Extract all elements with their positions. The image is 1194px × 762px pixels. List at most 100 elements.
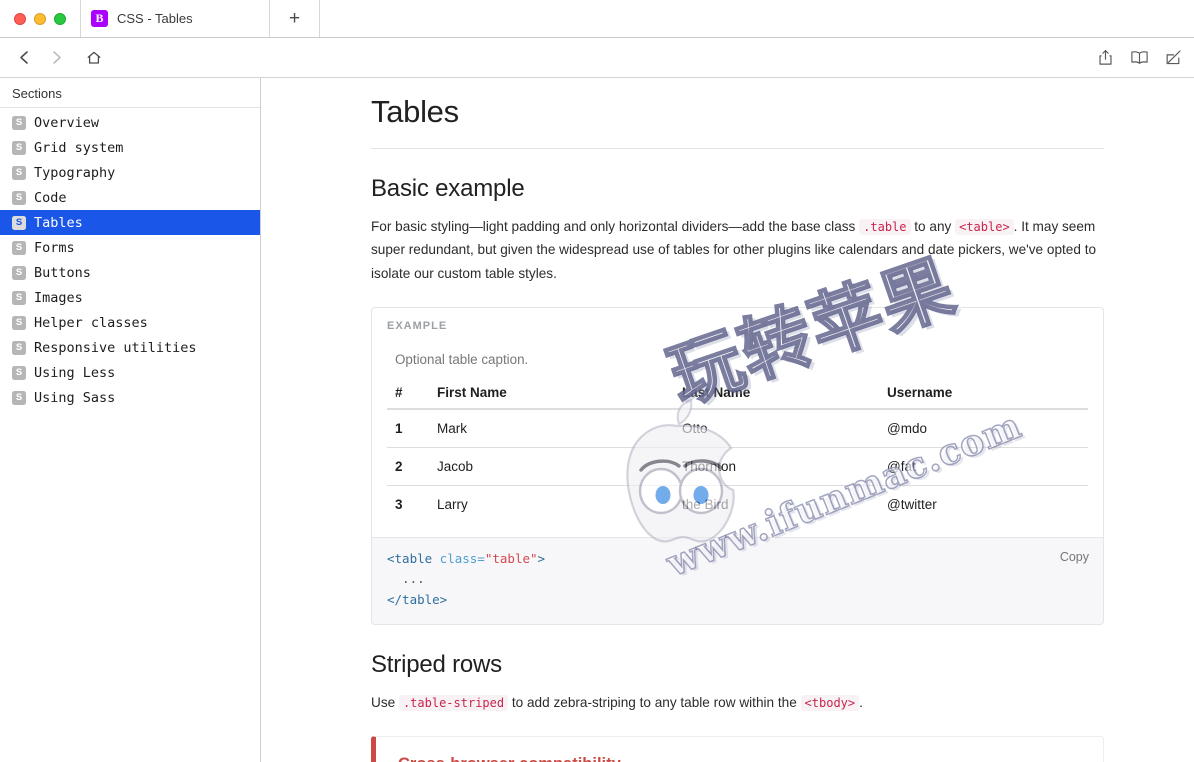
table-cell: 3 (387, 485, 429, 524)
inline-code-tbody: <tbody> (800, 694, 860, 711)
code-token-attr: class= (432, 551, 485, 567)
browser-toolbar: B → Guides Search ⌘L (0, 38, 1194, 106)
table-cell: @fat (879, 447, 1088, 486)
toolbar-right-actions (1097, 38, 1182, 77)
content-inner: Tables Basic example For basic styling—l… (261, 78, 1194, 762)
para-text-1: Use (371, 694, 399, 710)
section-heading-striped-rows: Striped rows (371, 650, 502, 678)
table-row: 2 Jacob Thornton @fat (387, 447, 1088, 486)
browser-tab[interactable]: B CSS - Tables (80, 0, 270, 37)
copy-code-button[interactable]: Copy (1060, 547, 1089, 567)
para-text-3: . (859, 694, 863, 710)
zoom-window-button[interactable] (54, 12, 66, 25)
code-line: ... (387, 571, 425, 587)
sidebar-item-label: Using Less (34, 364, 116, 381)
forward-button[interactable] (42, 44, 70, 72)
table-cell: Mark (429, 408, 674, 448)
section-icon: S (12, 165, 26, 180)
table-caption: Optional table caption. (395, 352, 529, 368)
sidebar-item-label: Grid system (34, 139, 124, 156)
table-cell: 2 (387, 447, 429, 486)
sidebar-item-forms[interactable]: S Forms (0, 235, 260, 260)
sidebar-item-buttons[interactable]: S Buttons (0, 260, 260, 285)
chevron-left-icon (19, 51, 28, 64)
demo-table-body: 1 Mark Otto @mdo 2 Jacob Thornton @fat 3… (387, 408, 1088, 524)
tab-title: CSS - Tables (117, 11, 193, 26)
table-cell: 1 (387, 408, 429, 448)
close-window-button[interactable] (14, 12, 26, 25)
sidebar-item-helper-classes[interactable]: S Helper classes (0, 310, 260, 335)
chevron-right-icon (52, 51, 61, 64)
tab-favicon-icon: B (91, 10, 108, 27)
sidebar-item-grid-system[interactable]: S Grid system (0, 135, 260, 160)
sidebar-item-code[interactable]: S Code (0, 185, 260, 210)
window-body: Sections S Overview S Grid system S Typo… (0, 78, 1194, 762)
inline-code-table-tag: <table> (955, 219, 1014, 235)
callout-cross-browser: Cross-browser compatibility Striped tabl… (371, 736, 1104, 762)
section-icon: S (12, 215, 26, 230)
browser-window: B CSS - Tables + Sections S Overview S G… (0, 0, 1194, 762)
sidebar-item-label: Typography (34, 164, 116, 181)
minimize-window-button[interactable] (34, 12, 46, 25)
code-block: Copy <table class="table"> ... </table> (371, 538, 1104, 625)
table-cell: Thornton (674, 447, 879, 486)
code-token-tag: <table (387, 551, 433, 567)
sidebar-list: S Overview S Grid system S Typography S … (0, 108, 260, 410)
striped-rows-paragraph: Use .table-striped to add zebra-striping… (371, 691, 1104, 714)
table-header-row: # First Name Last Name Username (387, 377, 1088, 411)
para-text-2: to add zebra-striping to any table row w… (508, 694, 801, 710)
sidebar-item-label: Helper classes (34, 314, 148, 331)
navigation-buttons (0, 44, 108, 72)
sidebar-item-overview[interactable]: S Overview (0, 110, 260, 135)
compose-icon (1166, 50, 1181, 65)
table-cell: @twitter (879, 485, 1088, 524)
sidebar-item-using-less[interactable]: S Using Less (0, 360, 260, 385)
sidebar-item-label: Forms (34, 239, 75, 256)
table-row: 1 Mark Otto @mdo (387, 408, 1088, 448)
library-button[interactable] (1130, 49, 1149, 66)
back-button[interactable] (10, 44, 38, 72)
page-title: Tables (371, 94, 1104, 149)
sidebar-item-tables[interactable]: S Tables (0, 210, 260, 235)
table-cell: @mdo (879, 408, 1088, 448)
section-icon: S (12, 115, 26, 130)
demo-table: # First Name Last Name Username 1 Mark O… (387, 377, 1088, 524)
sidebar-item-using-sass[interactable]: S Using Sass (0, 385, 260, 410)
inline-code-table-class: .table (859, 219, 911, 235)
sidebar-item-label: Buttons (34, 264, 91, 281)
sidebar-item-typography[interactable]: S Typography (0, 160, 260, 185)
home-button[interactable] (80, 44, 108, 72)
share-button[interactable] (1097, 49, 1114, 66)
section-heading-basic-example: Basic example (371, 175, 525, 202)
sidebar-item-label: Images (34, 289, 83, 306)
sidebar-item-images[interactable]: S Images (0, 285, 260, 310)
book-icon (1131, 51, 1148, 64)
section-icon: S (12, 240, 26, 255)
table-cell: the Bird (674, 485, 879, 524)
section-icon: S (12, 365, 26, 380)
tab-bar-filler (320, 0, 1194, 37)
callout-title: Cross-browser compatibility (398, 755, 1083, 762)
sidebar-item-label: Responsive utilities (34, 339, 197, 356)
table-header-cell: # (387, 377, 429, 411)
compose-button[interactable] (1165, 49, 1182, 66)
table-cell: Jacob (429, 447, 674, 486)
basic-example-paragraph: For basic styling—light padding and only… (371, 215, 1104, 285)
section-icon: S (12, 340, 26, 355)
table-cell: Otto (674, 408, 879, 448)
tab-bar: B CSS - Tables + (0, 0, 1194, 38)
para-text-2: to any (910, 219, 956, 234)
new-tab-button[interactable]: + (270, 0, 320, 37)
code-line: </table> (387, 591, 448, 607)
window-controls (0, 0, 80, 37)
example-panel: Optional table caption. # First Name Las… (371, 307, 1104, 539)
inline-code-table-striped: .table-striped (398, 694, 509, 711)
share-icon (1099, 50, 1112, 65)
sidebar-item-responsive-utilities[interactable]: S Responsive utilities (0, 335, 260, 360)
section-icon: S (12, 290, 26, 305)
main-content: Tables Basic example For basic styling—l… (261, 78, 1194, 762)
table-cell: Larry (429, 485, 674, 524)
code-token-string: "table" (484, 551, 538, 567)
section-icon: S (12, 390, 26, 405)
table-header-cell: First Name (429, 377, 674, 411)
